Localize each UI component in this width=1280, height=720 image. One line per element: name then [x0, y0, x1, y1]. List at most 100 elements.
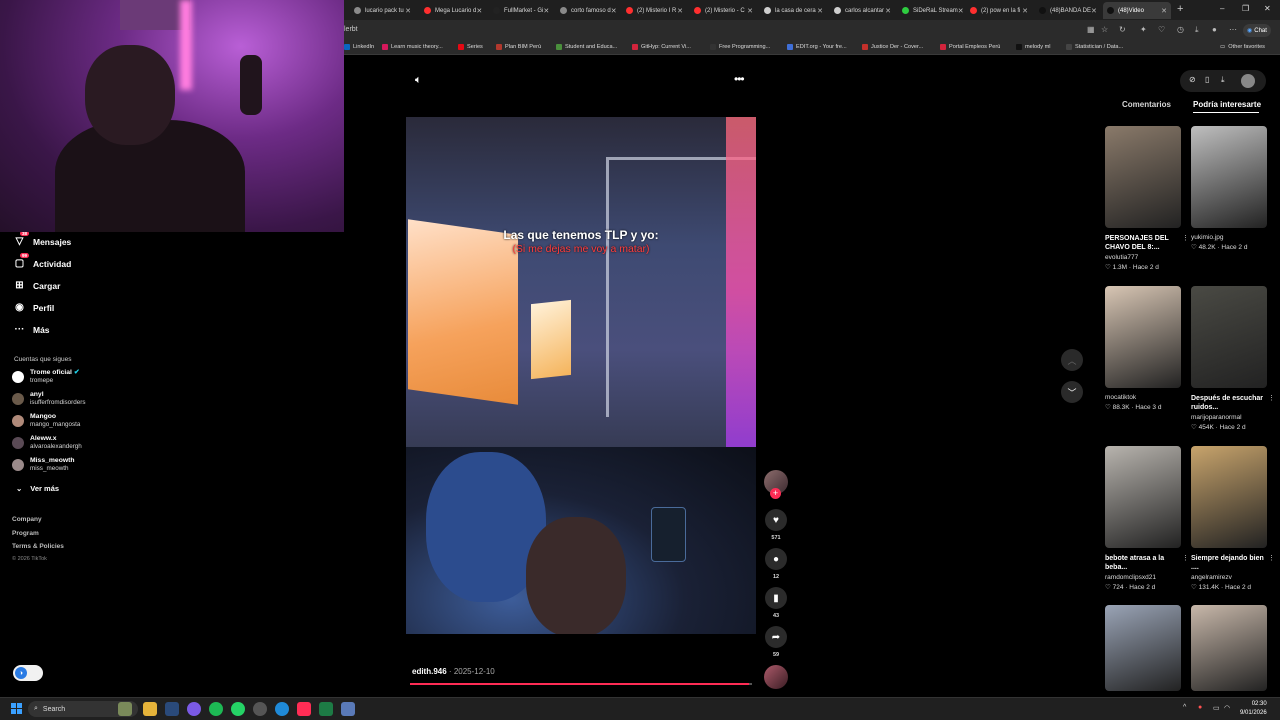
share-icon[interactable]: ➦: [765, 626, 787, 648]
heart-icon[interactable]: ♥: [765, 509, 787, 531]
browser-tab[interactable]: corto famoso d ✕: [556, 2, 619, 19]
notepad-icon[interactable]: [341, 702, 355, 716]
steam-icon[interactable]: [165, 702, 179, 716]
edge-icon[interactable]: [275, 702, 289, 716]
video-thumbnail[interactable]: [1105, 446, 1181, 548]
device-icon[interactable]: ▯: [1205, 75, 1209, 84]
card-menu-icon[interactable]: ⋮: [1268, 554, 1275, 562]
recommended-video-card[interactable]: mocatiktok ♡ 88.3K · Hace 3 d: [1105, 286, 1181, 411]
recommended-video-card[interactable]: yukimio.jpg ♡ 48.2K · Hace 2 d: [1191, 126, 1267, 251]
like-action[interactable]: ♥ 571: [764, 509, 788, 541]
copilot-chat-button[interactable]: ◉ Chat: [1243, 24, 1271, 37]
bookmark-item[interactable]: Statistician / Data...: [1066, 44, 1123, 50]
card-username[interactable]: mocatiktok: [1105, 394, 1181, 401]
battery-icon[interactable]: ▭: [1213, 704, 1220, 712]
tab-close-icon[interactable]: ✕: [958, 7, 963, 15]
other-favorites[interactable]: ▭ Other favorites: [1220, 44, 1265, 50]
settings-icon[interactable]: [253, 702, 267, 716]
browser-tab[interactable]: (2) Misterio - C ✕: [690, 2, 757, 19]
refresh-icon[interactable]: ↻: [1119, 25, 1126, 34]
card-menu-icon[interactable]: ⋮: [1182, 554, 1189, 562]
card-menu-icon[interactable]: ⋮: [1268, 394, 1275, 402]
browser-tab[interactable]: la casa de cera ✕: [760, 2, 827, 19]
recommended-video-card[interactable]: [1105, 605, 1181, 691]
video-thumbnail[interactable]: [1191, 126, 1267, 228]
browser-tab[interactable]: lucario pack tu ✕: [350, 2, 415, 19]
video-thumbnail[interactable]: [1191, 286, 1267, 388]
tab-close-icon[interactable]: ✕: [747, 7, 753, 15]
card-username[interactable]: evolutia777: [1105, 254, 1181, 261]
browser-tab[interactable]: (2) pow en la fi ✕: [966, 2, 1032, 19]
followed-account[interactable]: Trome oficial ✔ tromepe: [12, 369, 80, 385]
browser-tab[interactable]: (2) Misterio I R ✕: [622, 2, 687, 19]
browser-tab[interactable]: (48)Video ✕: [1103, 2, 1171, 19]
clock[interactable]: 02:30 9/01/2026: [1240, 700, 1267, 718]
history-icon[interactable]: ◷: [1177, 25, 1184, 34]
card-username[interactable]: angelramirezv: [1191, 574, 1267, 581]
tab-close-icon[interactable]: ✕: [1022, 7, 1028, 15]
sidebar-item-send[interactable]: ▽ 38 Mensajes: [14, 231, 71, 247]
bookmark-item[interactable]: Learn music theory...: [382, 44, 443, 50]
star-icon[interactable]: ☆: [1101, 25, 1108, 34]
discord-icon[interactable]: [187, 702, 201, 716]
bookmark-item[interactable]: GitHyp: Current Vi...: [632, 44, 691, 50]
bookmark-item[interactable]: Series: [458, 44, 483, 50]
tab-close-icon[interactable]: ✕: [1091, 7, 1097, 15]
card-username[interactable]: marijoparanormal: [1191, 414, 1267, 421]
favorites-icon[interactable]: ♡: [1158, 25, 1165, 34]
downloads-icon[interactable]: ⤓: [1195, 25, 1199, 35]
comment-action[interactable]: ● 12: [764, 548, 788, 580]
footer-program[interactable]: Program: [12, 530, 39, 537]
previous-video-icon[interactable]: ︿: [1061, 349, 1083, 371]
footer-terms[interactable]: Terms & Policies: [12, 543, 64, 550]
tab-you-may-like[interactable]: Podría interesarte: [1193, 100, 1261, 109]
mic-icon[interactable]: ●: [1198, 704, 1202, 711]
bookmark-item[interactable]: Justice Der - Cover...: [862, 44, 923, 50]
browser-tab[interactable]: carlos alcantar ✕: [830, 2, 895, 19]
next-video-icon[interactable]: ﹀: [1061, 381, 1083, 403]
browser-tab[interactable]: FullMarket - Gi ✕: [489, 2, 553, 19]
excel-icon[interactable]: [319, 702, 333, 716]
more-options-icon[interactable]: •••: [734, 72, 745, 86]
sidebar-item-inbox[interactable]: ▢ 99 Actividad: [14, 253, 71, 269]
bookmark-item[interactable]: Plan BIM Perú: [496, 44, 541, 50]
download-icon[interactable]: ⤓: [1221, 75, 1225, 85]
comment-icon[interactable]: ●: [765, 548, 787, 570]
grid-icon[interactable]: ▦: [1087, 25, 1095, 34]
bookmark-icon[interactable]: ▮: [765, 587, 787, 609]
followed-account[interactable]: anyl isufferfromdisorders: [12, 391, 86, 407]
tab-close-icon[interactable]: ✕: [611, 7, 617, 15]
widgets-icon[interactable]: [118, 702, 132, 716]
tab-close-icon[interactable]: ✕: [677, 7, 683, 15]
menu-icon[interactable]: ⋯: [1229, 25, 1237, 34]
video-thumbnail[interactable]: [1105, 126, 1181, 228]
followed-account[interactable]: Aleww.x alvaroalexandergh: [12, 435, 82, 451]
recommended-video-card[interactable]: Siempre dejando bien .... ⋮ angelramirezv ♡…: [1191, 446, 1275, 591]
card-menu-icon[interactable]: ⋮: [1182, 234, 1189, 242]
bookmark-item[interactable]: LinkedIn: [344, 44, 374, 50]
profile-icon[interactable]: ●: [1212, 25, 1217, 34]
video-thumbnail[interactable]: [1105, 605, 1181, 691]
sidebar-item-plus-square[interactable]: ⊞ Cargar: [14, 280, 60, 291]
video-thumbnail[interactable]: [1105, 286, 1181, 388]
volume-icon[interactable]: 🔈︎: [415, 74, 422, 87]
sidebar-item-avatar[interactable]: ◉ Perfil: [14, 302, 54, 313]
recommended-video-card[interactable]: Después de escuchar ruidos... ⋮ marijopara…: [1191, 286, 1275, 431]
recommended-video-card[interactable]: bebote atrasa a la beba... ⋮ ramdomclipsxd…: [1105, 446, 1189, 591]
see-more-button[interactable]: ⌄ Ver más: [16, 484, 59, 493]
recommended-video-card[interactable]: PERSONAJES DEL CHAVO DEL 8:... ⋮ evolutia7…: [1105, 126, 1189, 271]
video-username[interactable]: edith.946: [412, 667, 447, 676]
windows-start-icon[interactable]: [11, 703, 22, 714]
minimize-icon[interactable]: –: [1220, 4, 1224, 13]
browser-tab[interactable]: (48)BANDA DE ✕: [1035, 2, 1100, 19]
bookmark-item[interactable]: EDIT.org - Your fre...: [787, 44, 847, 50]
browser-tab[interactable]: SiDeRaL Stream ✕: [898, 2, 963, 19]
tab-close-icon[interactable]: ✕: [476, 7, 482, 15]
file-explorer-icon[interactable]: [143, 702, 157, 716]
chevron-up-icon[interactable]: ^: [1183, 704, 1186, 711]
bookmark-item[interactable]: melody ml: [1016, 44, 1051, 50]
bookmark-item[interactable]: Student and Educa...: [556, 44, 617, 50]
sound-disc-avatar[interactable]: [764, 665, 788, 689]
extensions-icon[interactable]: ✦: [1140, 25, 1147, 34]
tab-close-icon[interactable]: ✕: [405, 7, 411, 15]
